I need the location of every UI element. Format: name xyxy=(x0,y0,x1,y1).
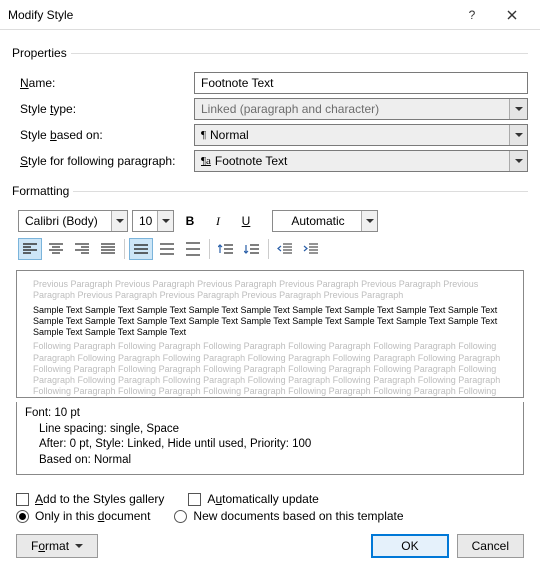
indent-increase-button[interactable] xyxy=(299,238,323,260)
properties-group: Properties Name: Style type: Linked (par… xyxy=(12,46,528,176)
new-documents-label: New documents based on this template xyxy=(193,509,403,523)
auto-update-label: Automatically update xyxy=(207,492,318,506)
add-gallery-label: Add to the Styles gallery xyxy=(35,492,164,506)
align-right-button[interactable] xyxy=(70,238,94,260)
options-area: Add to the Styles gallery Automatically … xyxy=(12,487,528,528)
chevron-down-icon xyxy=(111,211,127,231)
indent-decrease-button[interactable] xyxy=(273,238,297,260)
help-button[interactable]: ? xyxy=(452,1,492,29)
spacing-2-button[interactable] xyxy=(181,238,205,260)
chevron-down-icon xyxy=(509,151,527,171)
chevron-down-icon xyxy=(509,125,527,145)
name-label: Name: xyxy=(12,76,194,90)
auto-update-checkbox[interactable] xyxy=(188,493,201,506)
add-gallery-checkbox[interactable] xyxy=(16,493,29,506)
new-documents-radio[interactable] xyxy=(174,510,187,523)
titlebar: Modify Style ? xyxy=(0,0,540,30)
preview-sample: Sample Text Sample Text Sample Text Samp… xyxy=(33,305,507,339)
properties-legend: Properties xyxy=(12,46,71,60)
paragraph-icon: ¶a xyxy=(201,155,211,167)
following-select[interactable]: ¶a Footnote Text xyxy=(194,150,528,172)
chevron-down-icon xyxy=(361,211,377,231)
spacing-1-5-button[interactable] xyxy=(155,238,179,260)
formatting-legend: Formatting xyxy=(12,184,73,198)
spacing-1-button[interactable] xyxy=(129,238,153,260)
style-description: Font: 10 pt Line spacing: single, Space … xyxy=(16,402,524,475)
format-button[interactable]: Format xyxy=(16,534,98,558)
ok-button[interactable]: OK xyxy=(371,534,448,558)
formatting-group: Formatting Calibri (Body) 10 B I U Autom… xyxy=(12,184,528,481)
font-combo[interactable]: Calibri (Body) xyxy=(18,210,128,232)
based-on-select[interactable]: ¶ Normal xyxy=(194,124,528,146)
only-document-radio[interactable] xyxy=(16,510,29,523)
window-title: Modify Style xyxy=(8,8,452,22)
bold-button[interactable]: B xyxy=(178,210,202,232)
style-type-label: Style type: xyxy=(12,102,194,116)
underline-button[interactable]: U xyxy=(234,210,258,232)
cancel-button[interactable]: Cancel xyxy=(457,534,524,558)
font-color-combo[interactable]: Automatic xyxy=(272,210,378,232)
following-label: Style for following paragraph: xyxy=(12,154,194,168)
chevron-down-icon xyxy=(509,99,527,119)
align-justify-button[interactable] xyxy=(96,238,120,260)
name-input[interactable] xyxy=(194,72,528,94)
chevron-down-icon xyxy=(75,544,83,548)
style-type-select[interactable]: Linked (paragraph and character) xyxy=(194,98,528,120)
close-button[interactable] xyxy=(492,1,532,29)
preview-following: Following Paragraph Following Paragraph … xyxy=(33,341,507,398)
based-on-label: Style based on: xyxy=(12,128,194,142)
preview-previous: Previous Paragraph Previous Paragraph Pr… xyxy=(33,279,507,302)
size-combo[interactable]: 10 xyxy=(132,210,174,232)
only-document-label: Only in this document xyxy=(35,509,150,523)
italic-button[interactable]: I xyxy=(206,210,230,232)
paragraph-icon: ¶ xyxy=(201,129,206,141)
preview-pane: Previous Paragraph Previous Paragraph Pr… xyxy=(16,270,524,398)
space-before-decrease-button[interactable] xyxy=(240,238,264,260)
align-center-button[interactable] xyxy=(44,238,68,260)
align-left-button[interactable] xyxy=(18,238,42,260)
chevron-down-icon xyxy=(157,211,173,231)
space-before-increase-button[interactable] xyxy=(214,238,238,260)
